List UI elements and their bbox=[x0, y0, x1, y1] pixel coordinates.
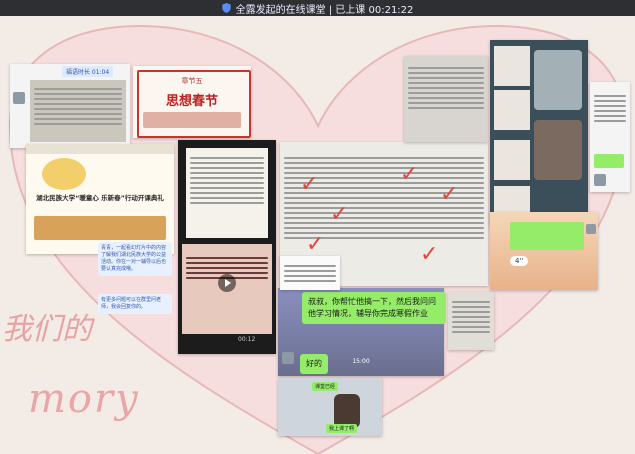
play-icon[interactable] bbox=[218, 274, 236, 292]
chapter-subtitle: 思想春节 bbox=[165, 94, 218, 109]
video-duration: 00:12 bbox=[238, 336, 256, 343]
photo-card-student-portraits bbox=[490, 40, 588, 226]
shield-icon bbox=[221, 3, 231, 13]
chat-message-green: 叔叔，你帮忙他搞一下，然后我问问他学习情况，辅导你完成寒假作业 bbox=[302, 292, 446, 324]
photo-card-chat-record: 福语时长 01:04 bbox=[10, 64, 130, 148]
check-mark-icon: ✓ bbox=[306, 232, 325, 257]
check-mark-icon: ✓ bbox=[420, 242, 439, 267]
photo-card-notebook bbox=[404, 56, 488, 142]
university-banner-text: 湖北民族大学“暖童心 乐新春”行动开课典礼 bbox=[36, 194, 164, 202]
chat-note-blue-2: 有更多问题可以在群里问老师，我会回复你的。 bbox=[98, 294, 172, 314]
photo-card-notebook-small bbox=[448, 292, 494, 350]
handwritten-script-en: mory bbox=[28, 376, 140, 422]
photo-card-video-call-thumbnail: 课堂已经 我上课了啊 bbox=[278, 378, 382, 436]
photo-card-phone-homework: 00:12 bbox=[178, 140, 276, 354]
chat-duration-label: 福语时长 01:04 bbox=[62, 66, 114, 77]
avatar bbox=[13, 92, 25, 104]
voice-message-duration[interactable]: 4'' bbox=[510, 256, 529, 266]
check-mark-icon: ✓ bbox=[300, 172, 319, 197]
chat-note-blue-1: 青青，一起看幻灯片中的内容了解我们湖北民族大学的公益活动。你在一对一辅导以后也要… bbox=[98, 242, 172, 276]
collage-canvas: 我们的 mory 福语时长 01:04 章节五 思想春节 湖北民族大学“暖童心 … bbox=[0, 16, 635, 454]
avatar bbox=[282, 352, 294, 364]
photo-card-chapter-slide: 章节五 思想春节 bbox=[133, 66, 251, 138]
handwritten-script-cn: 我们的 bbox=[2, 312, 92, 347]
check-mark-icon: ✓ bbox=[400, 162, 419, 187]
chapter-title: 章节五 bbox=[181, 77, 203, 85]
photo-card-sunset-chat: 4'' bbox=[490, 212, 598, 290]
caption-bubble: 课堂已经 bbox=[312, 382, 339, 391]
classroom-status-bar: 全露发起的在线课堂 | 已上课 00:21:22 bbox=[0, 0, 635, 16]
avatar bbox=[586, 224, 596, 234]
caption-bubble-2: 我上课了啊 bbox=[326, 424, 358, 433]
classroom-status-text: 全露发起的在线课堂 | 已上课 00:21:22 bbox=[235, 4, 414, 16]
check-mark-icon: ✓ bbox=[440, 182, 459, 207]
photo-card-small-note bbox=[280, 256, 340, 290]
photo-card-chat-strip bbox=[590, 82, 630, 192]
chat-reply-green: 好的 bbox=[300, 354, 328, 374]
photo-card-university-slide: 湖北民族大学“暖童心 乐新春”行动开课典礼 bbox=[26, 144, 174, 254]
check-mark-icon: ✓ bbox=[330, 202, 349, 227]
avatar bbox=[594, 174, 606, 186]
